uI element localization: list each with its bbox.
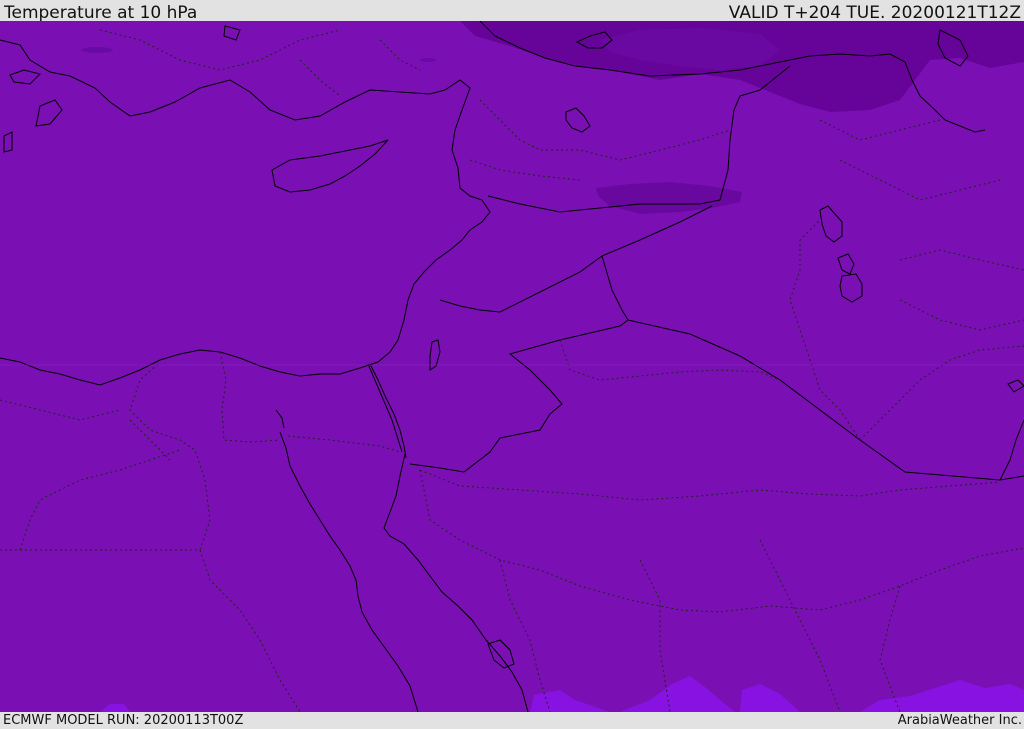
cold-patch-tiny <box>420 58 436 62</box>
valid-time-label: VALID T+204 TUE. 20200121T12Z <box>728 3 1021 23</box>
model-run-label: ECMWF MODEL RUN: 20200113T00Z <box>3 713 244 728</box>
weather-map[interactable] <box>0 20 1024 713</box>
map-canvas <box>0 20 1024 713</box>
header-bar: Temperature at 10 hPa VALID T+204 TUE. 2… <box>0 0 1024 23</box>
credit-label: ArabiaWeather Inc. <box>897 713 1022 728</box>
temperature-field <box>0 21 1024 712</box>
footer-bar: ECMWF MODEL RUN: 20200113T00Z ArabiaWeat… <box>0 712 1024 729</box>
map-title: Temperature at 10 hPa <box>4 3 198 23</box>
cold-patch-small <box>81 47 113 53</box>
